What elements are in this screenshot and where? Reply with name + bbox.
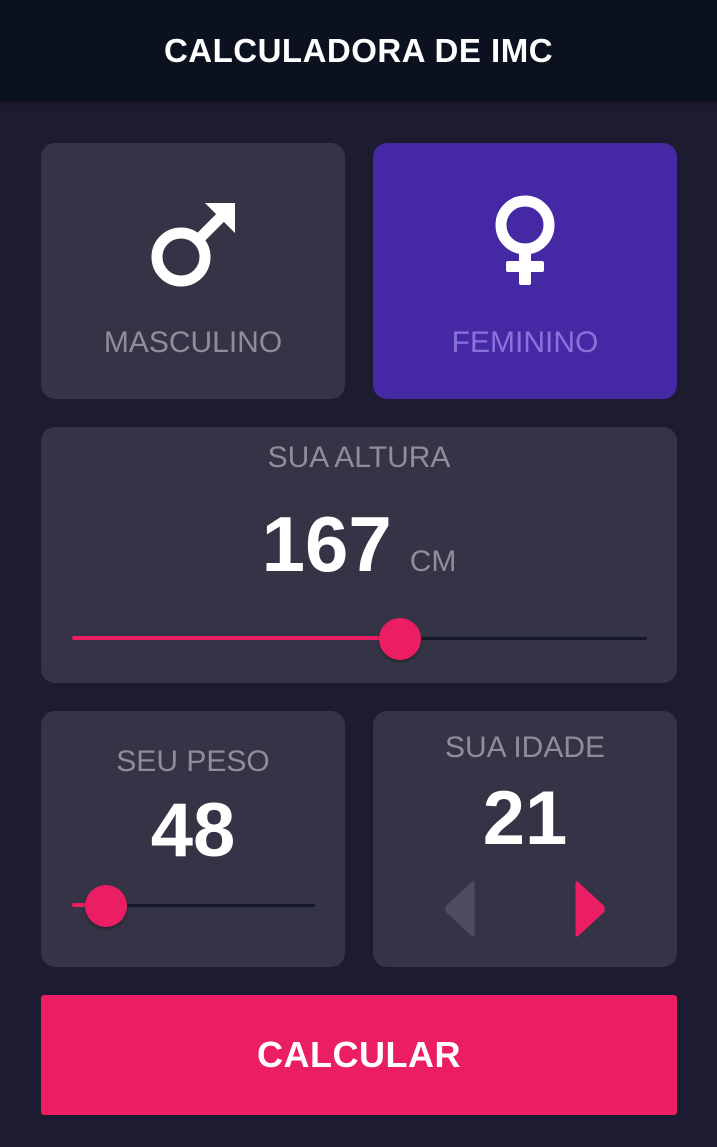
triangle-right-icon <box>575 881 605 937</box>
height-value-row: 167 CM <box>41 499 677 590</box>
calculate-button[interactable]: CALCULAR <box>41 995 677 1115</box>
height-slider-fill <box>72 636 400 640</box>
gender-card-female[interactable]: FEMININO <box>373 143 677 399</box>
weight-value: 48 <box>150 788 236 873</box>
age-decrement-button[interactable] <box>441 881 481 937</box>
male-symbol-icon <box>151 203 235 287</box>
female-symbol-icon <box>495 195 555 285</box>
height-unit: CM <box>409 545 457 578</box>
age-card: SUA IDADE 21 <box>373 711 677 967</box>
triangle-left-icon <box>445 881 475 937</box>
weight-title: SEU PESO <box>116 745 270 778</box>
gender-label-male: MASCULINO <box>103 326 283 359</box>
height-slider-thumb[interactable] <box>378 618 421 660</box>
height-title: SUA ALTURA <box>267 441 451 474</box>
age-title: SUA IDADE <box>444 731 606 764</box>
weight-slider[interactable] <box>72 885 315 927</box>
gender-label-female: FEMININO <box>451 326 599 359</box>
app-title: CALCULADORA DE IMC <box>163 31 554 69</box>
height-value: 167 <box>261 500 392 588</box>
calculate-button-label: CALCULAR <box>257 1034 461 1075</box>
weight-card: SEU PESO 48 <box>41 711 345 967</box>
gender-card-male[interactable]: MASCULINO <box>41 143 345 399</box>
app-bar: CALCULADORA DE IMC <box>0 0 717 101</box>
weight-slider-thumb[interactable] <box>85 885 128 927</box>
age-increment-button[interactable] <box>569 881 609 937</box>
height-slider[interactable] <box>72 618 647 660</box>
age-value: 21 <box>482 776 568 861</box>
